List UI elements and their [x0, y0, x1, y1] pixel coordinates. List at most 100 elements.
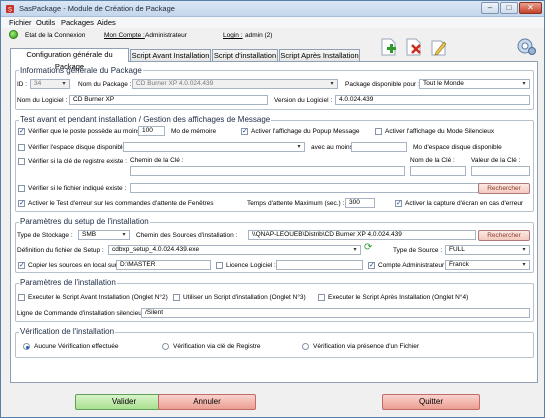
tab-general[interactable]: Configuration générale du Package	[10, 48, 129, 71]
disk-unit-label: Mo d'espace disque disponible	[413, 144, 502, 151]
verify-registry-radio[interactable]	[162, 343, 169, 350]
availability-select[interactable]: Tout le Monde ▾	[419, 79, 530, 89]
software-name-input[interactable]: CD Burner XP	[69, 95, 268, 105]
title-bar: S SasPackage - Module de Création de Pac…	[1, 1, 544, 17]
license-input[interactable]	[276, 260, 363, 270]
software-version-input[interactable]: 4.0.024.439	[335, 95, 530, 105]
key-name-label: Nom de la Clé :	[410, 157, 455, 164]
menu-outils[interactable]: Outils	[36, 18, 55, 27]
quit-button[interactable]: Quitter	[382, 394, 480, 410]
capture-checkbox[interactable]: ✓	[395, 200, 402, 207]
file-search-button[interactable]: Rechercher	[478, 183, 530, 194]
before-script-checkbox[interactable]	[18, 294, 25, 301]
admin-account-select[interactable]: Franck ▾	[445, 260, 530, 270]
check-post-checkbox[interactable]: ✓	[18, 128, 25, 135]
storage-label: Type de Stockage :	[17, 232, 73, 239]
copy-local-checkbox[interactable]: ✓	[18, 262, 25, 269]
verify-registry-label: Vérification via clé de Registre	[173, 343, 261, 350]
menu-fichier[interactable]: Fichier	[9, 18, 32, 27]
setup-def-label: Définition du fichier de Setup :	[17, 247, 104, 254]
maximize-button[interactable]: □	[500, 2, 518, 14]
source-type-select[interactable]: FULL ▾	[445, 245, 530, 255]
after-script-checkbox[interactable]	[318, 294, 325, 301]
software-version-label: Version du Logiciel :	[274, 97, 333, 104]
login-value: admin (2)	[245, 32, 273, 39]
key-value-input[interactable]	[471, 166, 530, 176]
delete-package-icon[interactable]	[403, 37, 423, 57]
wait-time-input[interactable]: 300	[345, 198, 375, 208]
copy-local-label: Copier les sources en local sur :	[28, 262, 121, 269]
disk-space-input[interactable]	[351, 142, 407, 152]
wait-time-label: Temps d'attente Maximum (sec.) :	[247, 200, 345, 207]
before-script-label: Executer le Script Avant Installation (O…	[28, 294, 168, 301]
menu-packages[interactable]: Packages	[61, 18, 94, 27]
file-path-input[interactable]	[130, 183, 502, 193]
connection-status-icon	[9, 30, 18, 39]
verify-none-radio[interactable]	[23, 343, 30, 350]
verify-none-label: Aucune Vérification effectuée	[34, 343, 119, 350]
package-name-select: CD Burner XP 4.0.024.439 ▾	[132, 79, 338, 89]
disk-select[interactable]: ▾	[123, 142, 305, 152]
use-script-label: Utiliser un Script d'installation (Ongle…	[183, 294, 306, 301]
id-label: ID :	[17, 81, 28, 88]
install-title: Paramètres de l'installation	[19, 278, 117, 287]
silent-cmd-label: Ligne de Commande d'installation silenci…	[17, 310, 153, 317]
silent-checkbox[interactable]	[375, 128, 382, 135]
admin-account-checkbox[interactable]: ✓	[368, 262, 375, 269]
popup-checkbox[interactable]: ✓	[241, 128, 248, 135]
silent-label: Activer l'affichage du Mode Silencieux	[385, 128, 495, 135]
setup-file-select[interactable]: cdbxp_setup_4.0.024.439.exe ▾	[108, 245, 361, 255]
end-test-label: Activer le Test d'erreur sur les command…	[28, 200, 214, 207]
key-name-input[interactable]	[410, 166, 466, 176]
minimize-button[interactable]: ‒	[481, 2, 499, 14]
connection-label: Etat de la Connexion	[25, 32, 86, 39]
svg-text:S: S	[8, 8, 12, 14]
setup-title: Paramètres du setup de l'installation	[19, 217, 150, 226]
software-name-label: Nom du Logiciel :	[17, 97, 68, 104]
license-checkbox[interactable]	[216, 262, 223, 269]
settings-icon[interactable]	[515, 35, 537, 57]
id-select: 34 ▾	[30, 79, 70, 89]
verify-file-label: Vérification via présence d'un Fichier	[313, 343, 420, 350]
availability-label: Package disponible pour :	[345, 81, 420, 88]
app-icon: S	[6, 5, 14, 14]
verify-title: Vérification de l'installation	[19, 327, 116, 336]
account-label[interactable]: Mon Compte :	[104, 32, 145, 39]
source-path-label: Chemin des Sources d'installation :	[136, 232, 238, 239]
test-title: Test avant et pendant installation / Ges…	[19, 115, 272, 124]
source-path-input[interactable]: \\QNAP-LEOUEB\Distrib\CD Burner XP 4.0.0…	[248, 230, 476, 240]
check-post-label: Vérifier que le poste possède au moins :	[28, 128, 144, 135]
login-label[interactable]: Login :	[223, 32, 243, 39]
account-value: Administrateur	[145, 32, 187, 39]
cancel-button[interactable]: Annuler	[158, 394, 256, 410]
close-button[interactable]: ✕	[519, 2, 542, 14]
file-exists-checkbox[interactable]	[18, 185, 25, 192]
file-exists-label: Vérifier si le fichier indiqué existe :	[28, 185, 127, 192]
memory-unit: Mo de mémoire	[171, 128, 217, 135]
registry-label: Vérifier si la clé de registre existe :	[28, 158, 127, 165]
disk-checkbox[interactable]	[18, 144, 25, 151]
package-name-label: Nom du Package :	[78, 81, 132, 88]
end-test-checkbox[interactable]: ✓	[18, 200, 25, 207]
tab-panel: Informations générale du Package ID : 34…	[10, 61, 538, 383]
source-search-button[interactable]: Rechercher	[478, 230, 530, 241]
add-package-icon[interactable]	[378, 37, 398, 57]
key-value-label: Valeur de la Clé :	[471, 157, 521, 164]
menu-aides[interactable]: Aides	[97, 18, 116, 27]
app-window: S SasPackage - Module de Création de Pac…	[0, 0, 545, 418]
storage-select[interactable]: SMB ▾	[78, 230, 130, 240]
key-path-input[interactable]	[130, 166, 405, 176]
license-label: Licence Logiciel :	[226, 262, 276, 269]
admin-account-label: Compte Administrateur :	[378, 262, 448, 269]
use-script-checkbox[interactable]	[173, 294, 180, 301]
window-title: SasPackage - Module de Création de Packa…	[19, 4, 175, 13]
memory-input[interactable]: 100	[138, 126, 165, 136]
refresh-icon[interactable]: ⟳	[364, 242, 372, 253]
silent-cmd-input[interactable]: /Silent	[141, 308, 530, 318]
local-path-input[interactable]: D:\MASTER	[116, 260, 211, 270]
registry-checkbox[interactable]	[18, 158, 25, 165]
popup-label: Activer l'affichage du Popup Message	[251, 128, 360, 135]
edit-package-icon[interactable]	[428, 37, 448, 57]
verify-file-radio[interactable]	[302, 343, 309, 350]
disk-at-least-label: avec au moins	[311, 144, 353, 151]
